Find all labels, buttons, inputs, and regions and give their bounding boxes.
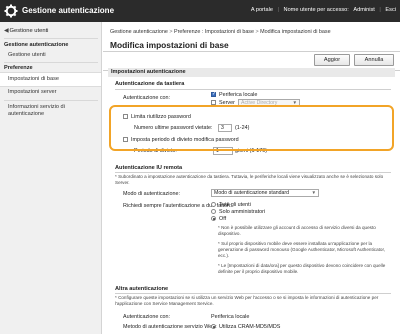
auth-mode-select[interactable]: Modo di autenticazione standard ▼ bbox=[211, 189, 319, 197]
page-title: Modifica impostazioni di base bbox=[110, 40, 229, 50]
other-auth-note: * Configurare queste impostazioni se si … bbox=[115, 295, 379, 307]
back-arrow-icon: ◀ bbox=[4, 28, 9, 34]
header-separator: | bbox=[277, 7, 279, 13]
sidebar-item-auth-info-line1: Informazioni servizio di bbox=[8, 104, 65, 110]
subsection-other-auth: Altra autenticazione bbox=[115, 286, 169, 292]
login-user-label: Nome utente per accesso: bbox=[283, 7, 349, 13]
divider bbox=[103, 51, 400, 52]
divider bbox=[4, 38, 98, 39]
divider bbox=[4, 62, 98, 63]
chevron-down-icon: ▼ bbox=[311, 190, 316, 195]
logout-link[interactable]: Esci bbox=[385, 7, 396, 13]
web-method-label: Metodo di autenticazione servizio Web: bbox=[123, 324, 217, 330]
breadcrumb-separator: > bbox=[169, 29, 173, 35]
portal-link[interactable]: A portale bbox=[251, 7, 273, 13]
web-method-radio[interactable] bbox=[211, 324, 216, 329]
back-link-label: Gestione utenti bbox=[9, 28, 49, 34]
two-factor-admin-radio[interactable] bbox=[211, 209, 216, 214]
two-factor-all-label: Tutti gli utenti bbox=[219, 202, 251, 208]
app-header: Gestione autenticazione A portale | Nome… bbox=[0, 0, 400, 22]
sidebar-section-preferences: Preferenze bbox=[4, 65, 33, 71]
divider bbox=[4, 100, 98, 101]
login-user-name: Administ bbox=[353, 7, 375, 13]
breadcrumb-basic[interactable]: Preferenze : Impostazioni di base bbox=[174, 29, 254, 35]
section-auth-settings: Impostazioni autenticazione bbox=[108, 68, 395, 77]
two-factor-admin-label: Solo amministratori bbox=[219, 209, 266, 215]
sidebar-section-auth: Gestione autenticazione bbox=[4, 42, 69, 48]
gear-icon bbox=[4, 4, 18, 18]
update-button[interactable]: Aggior bbox=[314, 54, 350, 66]
sidebar-item-auth-info[interactable]: Informazioni servizio di autenticazione bbox=[0, 104, 101, 118]
divider bbox=[115, 172, 391, 173]
divider bbox=[115, 293, 391, 294]
auth-with-label: Autenticazione con: bbox=[123, 95, 171, 101]
back-link[interactable]: ◀Gestione utenti bbox=[4, 28, 48, 34]
auth-mode-label: Modo di autenticazione: bbox=[123, 191, 180, 197]
other-auth-with-value: Periferica locale bbox=[211, 314, 250, 320]
app-title: Gestione autenticazione bbox=[22, 6, 115, 15]
two-factor-all-radio[interactable] bbox=[211, 202, 216, 207]
sidebar-item-server-settings[interactable]: Impostazioni server bbox=[0, 89, 101, 96]
main-content: Gestione autenticazione > Preferenze : I… bbox=[103, 22, 400, 334]
two-factor-note-1: * Non è possibile utilizzare gli account… bbox=[218, 225, 376, 237]
sidebar-item-basic-settings[interactable]: Impostazioni di base bbox=[0, 72, 101, 87]
two-factor-off-label: Off bbox=[219, 216, 227, 222]
breadcrumb-current: Modifica impostazioni di base bbox=[260, 29, 331, 35]
subsection-keyboard-auth: Autenticazione da tastiera bbox=[115, 81, 185, 87]
breadcrumb-auth[interactable]: Gestione autenticazione bbox=[110, 29, 168, 35]
local-device-label: Periferica locale bbox=[219, 92, 258, 98]
sidebar-item-users[interactable]: Gestione utenti bbox=[0, 52, 101, 59]
local-device-checkbox[interactable] bbox=[211, 91, 216, 97]
two-factor-note-3: * Le [Impostazioni di data/ora] per ques… bbox=[218, 263, 386, 275]
subsection-remote-ui-auth: Autenticazione IU remota bbox=[115, 165, 183, 171]
cancel-button[interactable]: Annulla bbox=[354, 54, 394, 66]
sidebar: ◀Gestione utenti Gestione autenticazione… bbox=[0, 22, 102, 334]
breadcrumb: Gestione autenticazione > Preferenze : I… bbox=[110, 29, 331, 35]
web-method-value: Utilizza CRAM-MD5/MDS bbox=[219, 324, 281, 330]
divider bbox=[115, 89, 391, 90]
auth-mode-value: Modo di autenticazione standard bbox=[214, 190, 289, 196]
breadcrumb-separator: > bbox=[255, 29, 259, 35]
header-separator: | bbox=[379, 7, 381, 13]
two-factor-note-2: * Sul proprio dispositivo mobile deve es… bbox=[218, 241, 386, 259]
sidebar-item-auth-info-line2: autenticazione bbox=[8, 111, 45, 117]
highlight-frame bbox=[109, 105, 394, 151]
header-links: A portale | Nome utente per accesso: Adm… bbox=[248, 7, 396, 13]
other-auth-with-label: Autenticazione con: bbox=[123, 314, 171, 320]
two-factor-off-radio[interactable] bbox=[211, 216, 216, 221]
remote-ui-note: * Subordinato a impostazione autenticazi… bbox=[115, 174, 384, 186]
